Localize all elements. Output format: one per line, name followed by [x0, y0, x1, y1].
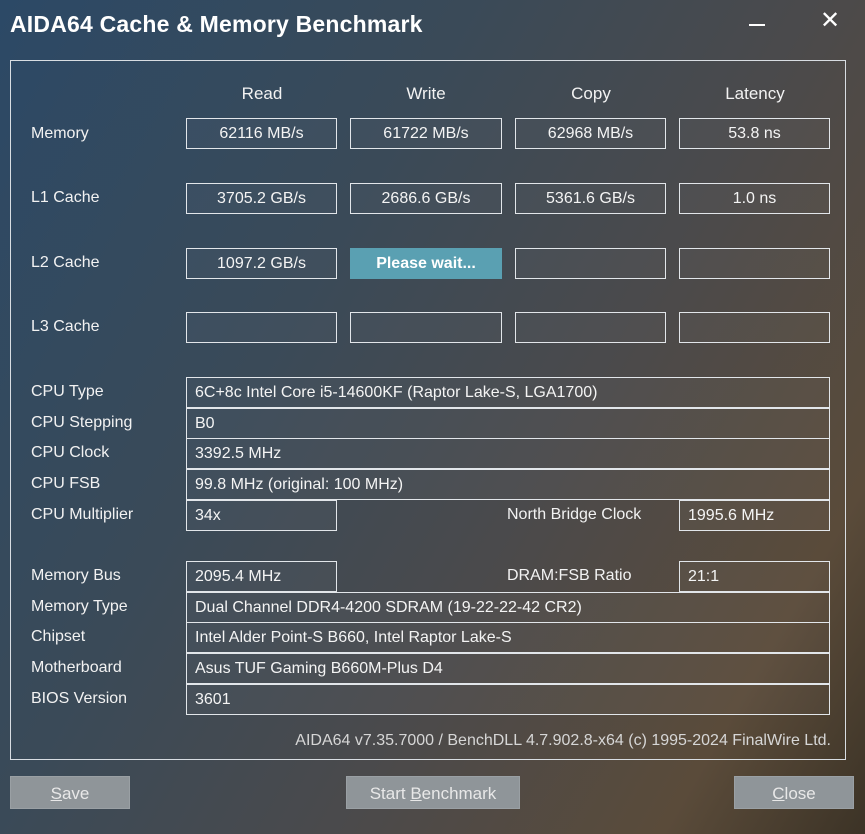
cpu-stepping-label: CPU Stepping: [31, 414, 133, 431]
row-label-l1: L1 Cache: [31, 189, 100, 206]
header-read: Read: [241, 84, 283, 103]
l1-latency-value: 1.0 ns: [679, 183, 830, 214]
l1-read-value: 3705.2 GB/s: [186, 183, 337, 214]
memory-bus-value: 2095.4 MHz: [186, 561, 337, 592]
bios-version-label: BIOS Version: [31, 690, 128, 707]
memory-copy-value: 62968 MB/s: [515, 118, 666, 149]
memory-read-value: 62116 MB/s: [186, 118, 337, 149]
l3-latency-value: [679, 312, 830, 343]
l1-copy-value: 5361.6 GB/s: [515, 183, 666, 214]
north-bridge-clock-value: 1995.6 MHz: [679, 500, 830, 531]
north-bridge-clock-label: North Bridge Clock: [507, 506, 642, 523]
header-write: Write: [406, 84, 446, 103]
memory-bus-label: Memory Bus: [31, 567, 121, 584]
chipset-value: Intel Alder Point-S B660, Intel Raptor L…: [186, 622, 830, 653]
start-benchmark-label: enchmark: [421, 784, 497, 803]
save-button-label: ave: [61, 784, 90, 803]
cpu-type-value: 6C+8c Intel Core i5-14600KF (Raptor Lake…: [186, 377, 830, 408]
l3-write-value: [350, 312, 502, 343]
header-latency: Latency: [725, 84, 785, 103]
memory-type-label: Memory Type: [31, 598, 128, 615]
window-title: AIDA64 Cache & Memory Benchmark: [10, 11, 423, 37]
start-benchmark-mnemonic: B: [410, 784, 422, 803]
cpu-multiplier-label: CPU Multiplier: [31, 506, 134, 523]
l1-write-value: 2686.6 GB/s: [350, 183, 502, 214]
l3-read-value: [186, 312, 337, 343]
start-benchmark-label-prefix: Start: [369, 784, 411, 803]
motherboard-label: Motherboard: [31, 659, 122, 676]
l2-copy-value: [515, 248, 666, 279]
cpu-clock-label: CPU Clock: [31, 444, 110, 461]
dram-fsb-ratio-value: 21:1: [679, 561, 830, 592]
title-bar: AIDA64 Cache & Memory Benchmark ✕: [0, 0, 865, 52]
close-icon: ✕: [819, 7, 841, 34]
cpu-clock-value: 3392.5 MHz: [186, 438, 830, 469]
close-button-mnemonic: C: [772, 784, 785, 803]
bios-version-value: 3601: [186, 684, 830, 715]
cpu-fsb-value: 99.8 MHz (original: 100 MHz): [186, 469, 830, 500]
window-close-button[interactable]: ✕: [810, 6, 850, 40]
l2-read-value: 1097.2 GB/s: [186, 248, 337, 279]
save-button[interactable]: Save: [10, 776, 130, 809]
header-copy: Copy: [571, 84, 611, 103]
memory-latency-value: 53.8 ns: [679, 118, 830, 149]
minimize-icon: [749, 24, 765, 26]
l2-write-progress: Please wait...: [350, 248, 502, 279]
l3-copy-value: [515, 312, 666, 343]
cpu-type-label: CPU Type: [31, 383, 104, 400]
cpu-stepping-value: B0: [186, 408, 830, 439]
close-button[interactable]: Close: [734, 776, 854, 809]
l2-latency-value: [679, 248, 830, 279]
memory-type-value: Dual Channel DDR4-4200 SDRAM (19-22-22-4…: [186, 592, 830, 623]
row-label-memory: Memory: [31, 125, 89, 142]
row-label-l3: L3 Cache: [31, 318, 100, 335]
version-footer: AIDA64 v7.35.7000 / BenchDLL 4.7.902.8-x…: [295, 732, 831, 749]
dram-fsb-ratio-label: DRAM:FSB Ratio: [507, 567, 632, 584]
motherboard-value: Asus TUF Gaming B660M-Plus D4: [186, 653, 830, 684]
chipset-label: Chipset: [31, 628, 86, 645]
close-button-label: lose: [784, 784, 816, 803]
minimize-button[interactable]: [737, 6, 777, 40]
memory-write-value: 61722 MB/s: [350, 118, 502, 149]
row-label-l2: L2 Cache: [31, 254, 100, 271]
start-benchmark-button[interactable]: Start Benchmark: [346, 776, 520, 809]
save-button-mnemonic: S: [50, 784, 62, 803]
cpu-fsb-label: CPU FSB: [31, 475, 101, 492]
cpu-multiplier-value: 34x: [186, 500, 337, 531]
